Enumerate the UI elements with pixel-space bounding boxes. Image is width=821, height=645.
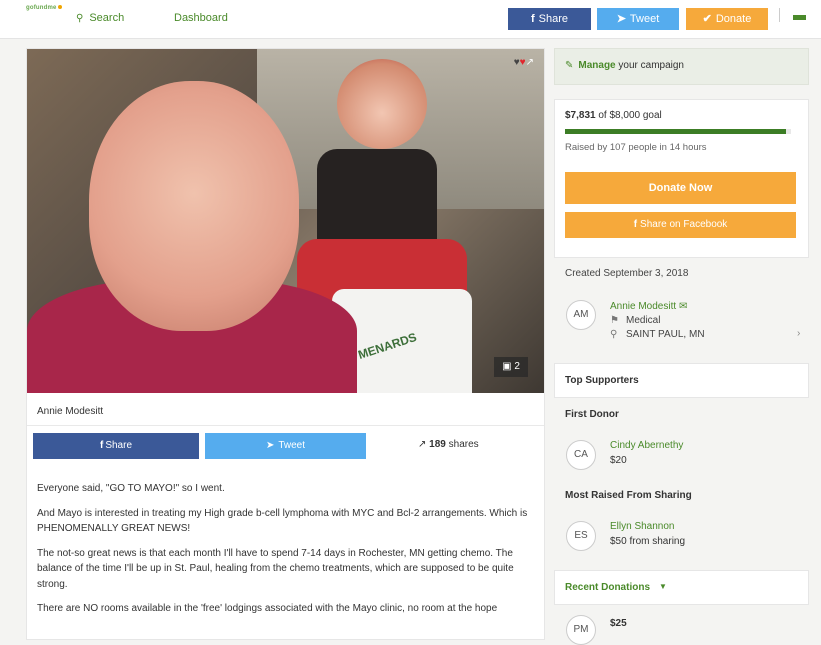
facebook-icon: f	[633, 219, 638, 230]
caret-down-icon: ▼	[659, 582, 667, 591]
logo-leaf-icon	[57, 5, 62, 9]
story-paragraph: Everyone said, "GO TO MAYO!" so I went.	[37, 483, 225, 494]
share-on-facebook-button[interactable]: f Share on Facebook	[565, 212, 796, 238]
search-label: Search	[89, 12, 125, 24]
header-donate-button[interactable]: ✔ Donate	[686, 8, 768, 30]
tweet-button[interactable]: ➤ Tweet	[205, 433, 366, 459]
top-supporters-header: Top Supporters	[554, 363, 809, 398]
header-donate-label: Donate	[715, 13, 752, 25]
organizer-info: Annie Modesitt ✉ ⚑ Medical ⚲ SAINT PAUL, M…	[610, 300, 705, 342]
progress-bar-fill	[565, 129, 787, 134]
first-donor-amount: $20	[610, 455, 627, 466]
header-tweet-label: Tweet	[629, 13, 660, 25]
most-raised-avatar: ES	[566, 521, 596, 551]
donate-now-button[interactable]: Donate Now	[565, 172, 796, 204]
recent-donations-header[interactable]: Recent Donations ▼	[554, 570, 809, 605]
recent-donor-avatar: PM	[566, 615, 596, 645]
check-icon: ✔	[702, 13, 712, 25]
created-date: Created September 3, 2018	[565, 268, 689, 279]
envelope-icon[interactable]: ✉	[679, 301, 687, 312]
top-navigation: gofundme ⚲ Search Dashboard f Share ➤ Tweet…	[0, 0, 821, 39]
story-paragraph: And Mayo is interested in treating my Hi…	[37, 507, 528, 535]
donation-progress-box: $7,831 of $8,000 goal Raised by 107 peop…	[554, 99, 809, 258]
location-pin-icon: ⚲	[610, 329, 618, 340]
campaign-story: Everyone said, "GO TO MAYO!" so I went. …	[37, 481, 532, 626]
divider	[27, 425, 544, 426]
facebook-icon: f	[99, 440, 104, 451]
most-raised-amount: $50 from sharing	[610, 536, 686, 547]
story-paragraph: There are NO rooms available in the 'fre…	[37, 603, 498, 614]
twitter-icon: ➤	[616, 13, 626, 25]
first-donor-avatar: CA	[566, 440, 596, 470]
menu-icon[interactable]	[793, 15, 806, 20]
most-raised-name[interactable]: Ellyn Shannon	[610, 521, 675, 532]
pencil-icon: ✎	[565, 60, 574, 71]
progress-bar	[565, 129, 791, 134]
photo-count: 2	[514, 361, 520, 372]
recent-donation-amount: $25	[610, 618, 627, 629]
trend-icon: ↗	[418, 439, 427, 450]
manage-rest: your campaign	[618, 60, 684, 71]
raised-amount: $7,831 of $8,000 goal	[565, 110, 662, 121]
photo-person2-face	[337, 59, 427, 149]
header-share-label: Share	[538, 13, 569, 25]
raised-value: $7,831	[565, 110, 596, 121]
organizer-category: Medical	[626, 315, 661, 326]
tweet-label: Tweet	[278, 440, 306, 451]
facebook-icon: f	[530, 13, 535, 25]
share-label: Share	[105, 440, 133, 451]
shares-number: 189	[429, 439, 446, 450]
photo-count-badge[interactable]: ▣ 2	[494, 357, 528, 377]
tag-icon: ⚑	[610, 315, 619, 326]
first-donor-name[interactable]: Cindy Abernethy	[610, 440, 683, 451]
heart-icons[interactable]: ♥♥↗	[514, 57, 534, 68]
twitter-icon: ➤	[265, 440, 275, 451]
header-tweet-button[interactable]: ➤ Tweet	[597, 8, 679, 30]
campaign-photo[interactable]: MENARDS ♥♥↗ ▣ 2	[27, 49, 544, 393]
header-divider	[779, 8, 780, 22]
header-share-button[interactable]: f Share	[508, 8, 591, 30]
search-link[interactable]: ⚲ Search	[76, 12, 124, 24]
manage-campaign-text: ✎ Manage your campaign	[565, 60, 684, 71]
share-facebook-label: Share on Facebook	[640, 219, 728, 230]
top-supporters-title: Top Supporters	[565, 375, 639, 386]
organizer-link[interactable]: Annie Modesitt	[610, 301, 676, 312]
shares-label: shares	[448, 439, 479, 450]
most-raised-heading: Most Raised From Sharing	[565, 490, 692, 501]
organizer-name: Annie Modesitt	[37, 406, 104, 417]
share-button[interactable]: f Share	[33, 433, 199, 459]
organizer-location: SAINT PAUL, MN	[626, 329, 705, 340]
dashboard-link[interactable]: Dashboard	[174, 12, 228, 24]
organizer-avatar: AM	[566, 300, 596, 330]
first-donor-heading: First Donor	[565, 409, 619, 420]
camera-icon: ▣	[502, 361, 512, 372]
raised-by: Raised by 107 people in 14 hours	[565, 142, 707, 153]
search-icon: ⚲	[76, 13, 84, 24]
manage-campaign-bar[interactable]: ✎ Manage your campaign	[554, 48, 809, 85]
campaign-card: MENARDS ♥♥↗ ▣ 2 Annie Modesitt f Share ➤ T…	[26, 48, 545, 640]
story-paragraph: The not-so great news is that each month…	[37, 547, 514, 590]
share-row: f Share ➤ Tweet ↗ 189 shares	[33, 433, 543, 461]
gofundme-logo[interactable]: gofundme	[26, 5, 62, 11]
shares-count: ↗ 189 shares	[418, 439, 479, 450]
share-arrow-icon: ↗	[525, 57, 534, 68]
photo-person1-face	[89, 81, 299, 331]
raised-goal: of $8,000 goal	[598, 110, 662, 121]
chevron-right-icon[interactable]: ›	[797, 328, 800, 339]
recent-donations-title: Recent Donations	[565, 582, 651, 593]
manage-link[interactable]: Manage	[578, 60, 615, 71]
dashboard-label: Dashboard	[174, 12, 228, 24]
